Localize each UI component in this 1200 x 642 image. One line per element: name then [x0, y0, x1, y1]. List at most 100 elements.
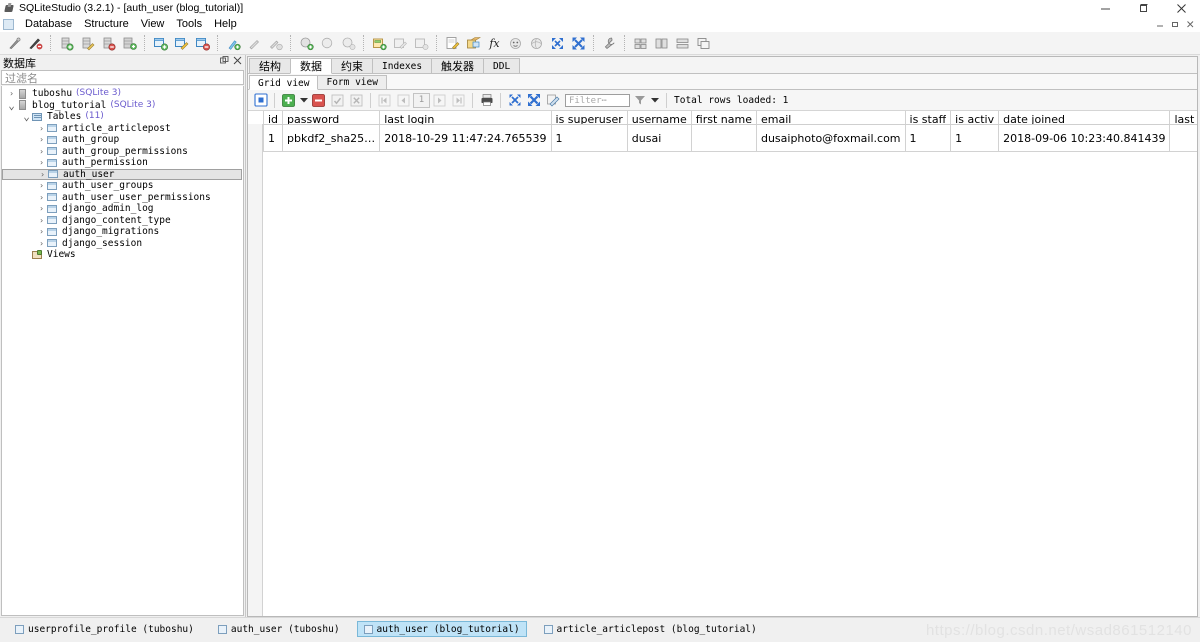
tree-item-auth_user_groups[interactable]: › auth_user_groups — [2, 180, 243, 192]
taskbar-item[interactable]: auth_user (tuboshu) — [211, 621, 347, 637]
function-editor-icon[interactable]: fx — [484, 33, 505, 53]
tile-vertical-icon[interactable] — [651, 33, 672, 53]
chevron-down-icon[interactable]: ⌄ — [21, 111, 32, 122]
chevron-right-icon[interactable]: › — [36, 123, 47, 135]
insert-row-dropdown-icon[interactable] — [298, 91, 309, 109]
column-header-date-joined[interactable]: date joined — [998, 111, 1171, 125]
add-view-icon[interactable] — [369, 33, 390, 53]
maximize-button[interactable] — [1124, 0, 1162, 16]
data-grid[interactable]: id password last login is superuser username… — [248, 111, 1197, 616]
column-header-password[interactable]: password — [282, 111, 381, 125]
tree-item-blog_tutorial[interactable]: ⌄ blog_tutorial (SQLite 3) — [2, 100, 243, 112]
column-header-username[interactable]: username — [627, 111, 692, 125]
rollback-icon[interactable] — [347, 91, 366, 109]
chevron-right-icon[interactable]: › — [36, 215, 47, 227]
tree-item-auth_user_user_permissions[interactable]: › auth_user_user_permissions — [2, 192, 243, 204]
tree-item-django_session[interactable]: › django_session — [2, 238, 243, 250]
grid-cell[interactable]: 1 — [905, 124, 952, 152]
tree-item-auth_group_permissions[interactable]: › auth_group_permissions — [2, 146, 243, 158]
taskbar-item[interactable]: auth_user (blog_tutorial) — [356, 621, 527, 637]
tile-windows-icon[interactable] — [630, 33, 651, 53]
column-header-last-login[interactable]: last login — [379, 111, 552, 125]
database-tree[interactable]: › tuboshu (SQLite 3) ⌄ blog_tutorial (SQLite … — [1, 86, 244, 616]
grid-cell[interactable]: pbkdf2_sha25… — [282, 124, 381, 152]
taskbar-item[interactable]: article_articlepost (blog_tutorial) — [537, 621, 764, 637]
last-page-icon[interactable] — [449, 91, 468, 109]
edit-view-icon[interactable] — [390, 33, 411, 53]
disconnect-database-icon[interactable] — [25, 33, 46, 53]
column-header-id[interactable]: id — [263, 111, 284, 125]
subtab-grid-view[interactable]: Grid view — [249, 75, 319, 90]
grid-corner-cell[interactable] — [248, 111, 264, 125]
chevron-right-icon[interactable]: › — [6, 88, 17, 100]
delete-row-icon[interactable] — [309, 91, 328, 109]
refresh-database-icon[interactable] — [119, 33, 140, 53]
minimize-button[interactable] — [1086, 0, 1124, 16]
filter-dropdown-icon[interactable] — [649, 91, 660, 109]
chevron-right-icon[interactable]: › — [36, 157, 47, 169]
table-row[interactable]: 11pbkdf2_sha25…2018-10-29 11:47:24.76553… — [248, 124, 1197, 152]
menu-item-structure[interactable]: Structure — [78, 17, 135, 31]
grid-cell[interactable]: 1 — [262, 124, 284, 152]
tab-Indexes[interactable]: Indexes — [372, 58, 433, 73]
open-sql-editor-icon[interactable] — [442, 33, 463, 53]
add-trigger-icon[interactable] — [296, 33, 317, 53]
mdi-minimize-button[interactable] — [1154, 18, 1167, 30]
page-number-input[interactable]: 1 — [413, 92, 430, 108]
grid-cell[interactable]: 2018-10-29 11:47:24.765539 — [379, 124, 552, 152]
remove-trigger-icon[interactable] — [338, 33, 359, 53]
grid-cell[interactable]: 1 — [551, 124, 628, 152]
database-filter-input[interactable]: 过滤名 — [1, 70, 244, 85]
previous-page-icon[interactable] — [394, 91, 413, 109]
tree-item-auth_group[interactable]: › auth_group — [2, 134, 243, 146]
menu-item-tools[interactable]: Tools — [170, 17, 208, 31]
connect-database-icon[interactable] — [4, 33, 25, 53]
close-button[interactable] — [1162, 0, 1200, 16]
chevron-right-icon[interactable]: › — [36, 226, 47, 238]
next-page-icon[interactable] — [430, 91, 449, 109]
tree-item-django_admin_log[interactable]: › django_admin_log — [2, 203, 243, 215]
chevron-right-icon[interactable]: › — [36, 134, 47, 146]
grid-expand-icon[interactable] — [524, 91, 543, 109]
column-header-email[interactable]: email — [756, 111, 906, 125]
subtab-form-view[interactable]: Form view — [317, 75, 387, 89]
edit-trigger-icon[interactable] — [317, 33, 338, 53]
filter-input[interactable]: Filter⋯ — [565, 93, 630, 107]
grid-cell[interactable] — [691, 124, 757, 152]
import-icon[interactable] — [463, 33, 484, 53]
tree-item-django_migrations[interactable]: › django_migrations — [2, 226, 243, 238]
remove-database-icon[interactable] — [98, 33, 119, 53]
table-editor-tabs[interactable]: 结构 数据 约束 Indexes 触发器 DDL — [248, 57, 1197, 74]
extension-icon[interactable] — [526, 33, 547, 53]
grid-cell[interactable] — [1169, 124, 1197, 152]
column-header-first-name[interactable]: first name — [691, 111, 757, 125]
undock-icon[interactable] — [220, 56, 229, 68]
chevron-right-icon[interactable]: › — [36, 180, 47, 192]
tab-DDL[interactable]: DDL — [483, 58, 521, 73]
menu-item-help[interactable]: Help — [208, 17, 243, 31]
chevron-right-icon[interactable]: › — [36, 203, 47, 215]
tree-item-Tables[interactable]: ⌄ Tables (11) — [2, 111, 243, 123]
cell-editor-icon[interactable] — [543, 91, 562, 109]
data-grid-table[interactable]: id password last login is superuser username… — [248, 111, 1197, 152]
collation-editor-icon[interactable] — [505, 33, 526, 53]
taskbar-item[interactable]: userprofile_profile (tuboshu) — [8, 621, 201, 637]
column-header-is-activ[interactable]: is activ — [950, 111, 1000, 125]
close-icon[interactable] — [233, 56, 242, 68]
chevron-right-icon[interactable]: › — [37, 169, 48, 181]
settings-wrench-icon[interactable] — [599, 33, 620, 53]
grid-fit-icon[interactable] — [505, 91, 524, 109]
tab-触发器[interactable]: 触发器 — [431, 58, 485, 73]
print-icon[interactable] — [477, 91, 496, 109]
edit-table-icon[interactable] — [171, 33, 192, 53]
mdi-restore-button[interactable] — [1169, 18, 1182, 30]
mdi-close-button[interactable] — [1184, 18, 1197, 30]
commit-icon[interactable] — [328, 91, 347, 109]
expand-all-icon[interactable] — [547, 33, 568, 53]
tab-数据[interactable]: 数据 — [290, 58, 332, 74]
grid-cell[interactable]: dusaiphoto@foxmail.com — [756, 124, 906, 152]
tree-item-tuboshu[interactable]: › tuboshu (SQLite 3) — [2, 88, 243, 100]
grid-cell[interactable]: 1 — [950, 124, 1000, 152]
tree-item-Views[interactable]: Views — [2, 249, 243, 261]
first-page-icon[interactable] — [375, 91, 394, 109]
